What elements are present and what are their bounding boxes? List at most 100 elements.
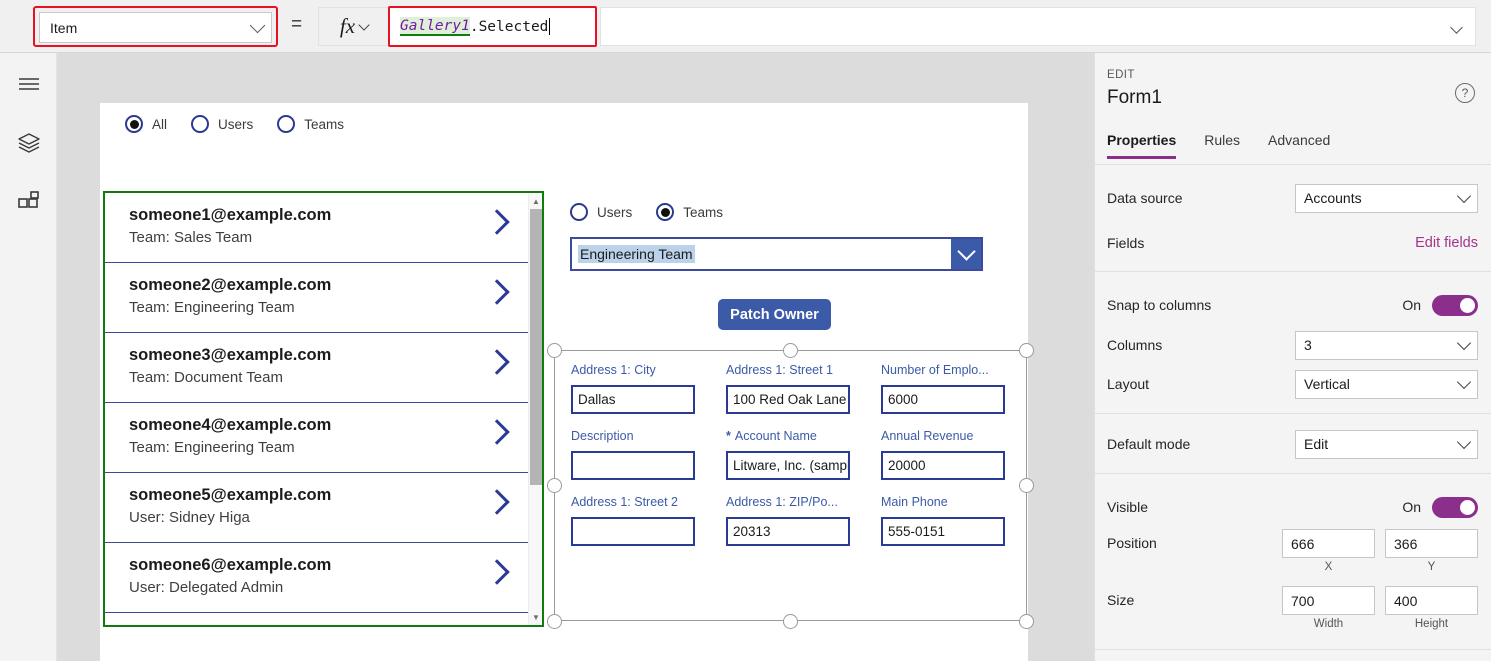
form-field-number-of-employees: Number of Emplo... 6000 [881,362,1012,428]
field-input[interactable]: 555-0151 [881,517,1005,547]
position-y-input[interactable]: 366 [1385,529,1478,558]
field-input[interactable]: 6000 [881,385,1005,415]
form-selection: Address 1: City Dallas Address 1: Street… [547,343,1034,629]
owner-dropdown-value: Engineering Team [578,245,695,263]
field-input[interactable]: Dallas [571,385,695,415]
resize-handle-middle-left[interactable] [547,478,562,493]
insert-components-icon[interactable] [0,178,57,226]
tab-properties[interactable]: Properties [1107,132,1190,159]
formula-input[interactable]: Gallery1 .Selected [393,11,592,42]
gallery-scrollbar[interactable]: ▲ ▼ [528,193,542,625]
field-input[interactable]: 20000 [881,451,1005,481]
fx-button[interactable]: fx [318,7,390,46]
formula-bar: Item = fx Gallery1 .Selected [0,0,1491,53]
field-input[interactable]: 100 Red Oak Lane [726,385,850,415]
radio-label: Teams [683,204,724,220]
resize-handle-top-left[interactable] [547,343,562,358]
snap-to-columns-toggle[interactable] [1432,294,1478,316]
position-x-input[interactable]: 666 [1282,529,1375,558]
gallery-item-title: someone1@example.com [129,206,332,224]
field-input[interactable]: Litware, Inc. (sample [726,451,850,481]
panel-eyebrow: EDIT [1107,69,1135,81]
gallery-item[interactable]: someone3@example.com Team: Document Team [105,333,528,403]
row-size: Size 700 Width 400 Height [1095,586,1491,636]
field-input[interactable] [571,451,695,481]
resize-handle-bottom-left[interactable] [547,614,562,629]
data-source-dropdown[interactable]: Accounts [1295,183,1478,213]
field-label: Annual Revenue [881,429,974,443]
gallery-control[interactable]: someone1@example.com Team: Sales Team so… [103,191,544,627]
gallery-item-subtitle: User: Delegated Admin [129,579,284,597]
field-input[interactable]: 20313 [726,517,850,547]
radio-option-users[interactable]: Users [191,115,253,133]
chevron-down-icon [249,17,266,34]
formula-bar-extension[interactable] [600,7,1476,46]
resize-handle-bottom-center[interactable] [783,614,798,629]
text-caret [549,18,551,35]
gallery-item-title: someone4@example.com [129,416,332,434]
radio-option-teams[interactable]: Teams [656,203,723,221]
resize-handle-middle-right[interactable] [1019,478,1034,493]
toggle-knob [1460,499,1475,515]
scrollbar-thumb[interactable] [530,209,542,485]
snap-to-columns-state: On [1402,297,1421,313]
owner-dropdown-value-wrap: Engineering Team [572,239,951,269]
resize-handle-top-right[interactable] [1019,343,1034,358]
panel-divider [1095,649,1491,650]
owner-dropdown-expand-button[interactable] [951,239,981,269]
chevron-down-icon [1456,374,1472,390]
edit-fields-link[interactable]: Edit fields [1415,235,1478,251]
chevron-down-icon [1456,434,1472,450]
toggle-knob [1460,297,1475,313]
layout-dropdown[interactable]: Vertical [1295,369,1478,399]
edit-form-control[interactable]: Address 1: City Dallas Address 1: Street… [554,350,1027,621]
default-mode-dropdown[interactable]: Edit [1295,429,1478,459]
size-width-input[interactable]: 700 [1282,586,1375,615]
gallery-item[interactable]: someone5@example.com User: Sidney Higa [105,473,528,543]
gallery-item-title: someone6@example.com [129,556,332,574]
gallery-item[interactable]: someone6@example.com User: Delegated Adm… [105,543,528,613]
gallery-item[interactable]: someone2@example.com Team: Engineering T… [105,263,528,333]
gallery-item-title: someone2@example.com [129,276,332,294]
row-layout: Layout Vertical [1095,368,1491,400]
formula-token-property: .Selected [469,18,549,35]
resize-handle-bottom-right[interactable] [1019,614,1034,629]
chevron-down-icon[interactable] [1450,21,1463,34]
hamburger-menu-icon[interactable] [0,60,57,108]
gallery-item-subtitle: Team: Engineering Team [129,439,295,457]
radio-option-users[interactable]: Users [570,203,632,221]
default-mode-value: Edit [1304,436,1329,452]
gallery-item[interactable]: someone4@example.com Team: Engineering T… [105,403,528,473]
property-selector-highlight: Item [33,6,278,47]
size-height-input[interactable]: 400 [1385,586,1478,615]
owner-dropdown[interactable]: Engineering Team [570,237,983,271]
scroll-up-icon[interactable]: ▲ [529,194,543,208]
help-icon[interactable]: ? [1455,83,1475,103]
field-input[interactable] [571,517,695,547]
app-screen: All Users Teams someone1@example.com Tea… [100,103,1034,661]
columns-dropdown[interactable]: 3 [1295,330,1478,360]
visible-toggle[interactable] [1432,496,1478,518]
position-x-caption: X [1324,561,1333,573]
tab-rules[interactable]: Rules [1204,132,1254,159]
property-selector-value: Item [50,19,78,36]
radio-button-icon [125,115,143,133]
row-fields: Fields Edit fields [1095,228,1491,258]
tab-advanced[interactable]: Advanced [1268,132,1344,159]
size-width-caption: Width [1313,618,1344,630]
layout-value: Vertical [1304,376,1350,392]
field-label: * Account Name [726,428,857,444]
property-selector-dropdown[interactable]: Item [39,12,272,43]
layers-tree-view-icon[interactable] [0,119,57,167]
equals-sign: = [291,14,303,35]
radio-option-teams[interactable]: Teams [277,115,344,133]
scroll-down-icon[interactable]: ▼ [529,610,543,624]
gallery-item[interactable]: someone1@example.com Team: Sales Team [105,193,528,263]
form-field-address1-street2: Address 1: Street 2 [571,494,702,560]
radio-option-all[interactable]: All [125,115,167,133]
patch-owner-button[interactable]: Patch Owner [718,299,831,330]
field-label-text: Account Name [734,429,817,443]
resize-handle-top-center[interactable] [783,343,798,358]
form-field-address1-street1: Address 1: Street 1 100 Red Oak Lane [726,362,857,428]
form-field-description: Description [571,428,702,494]
